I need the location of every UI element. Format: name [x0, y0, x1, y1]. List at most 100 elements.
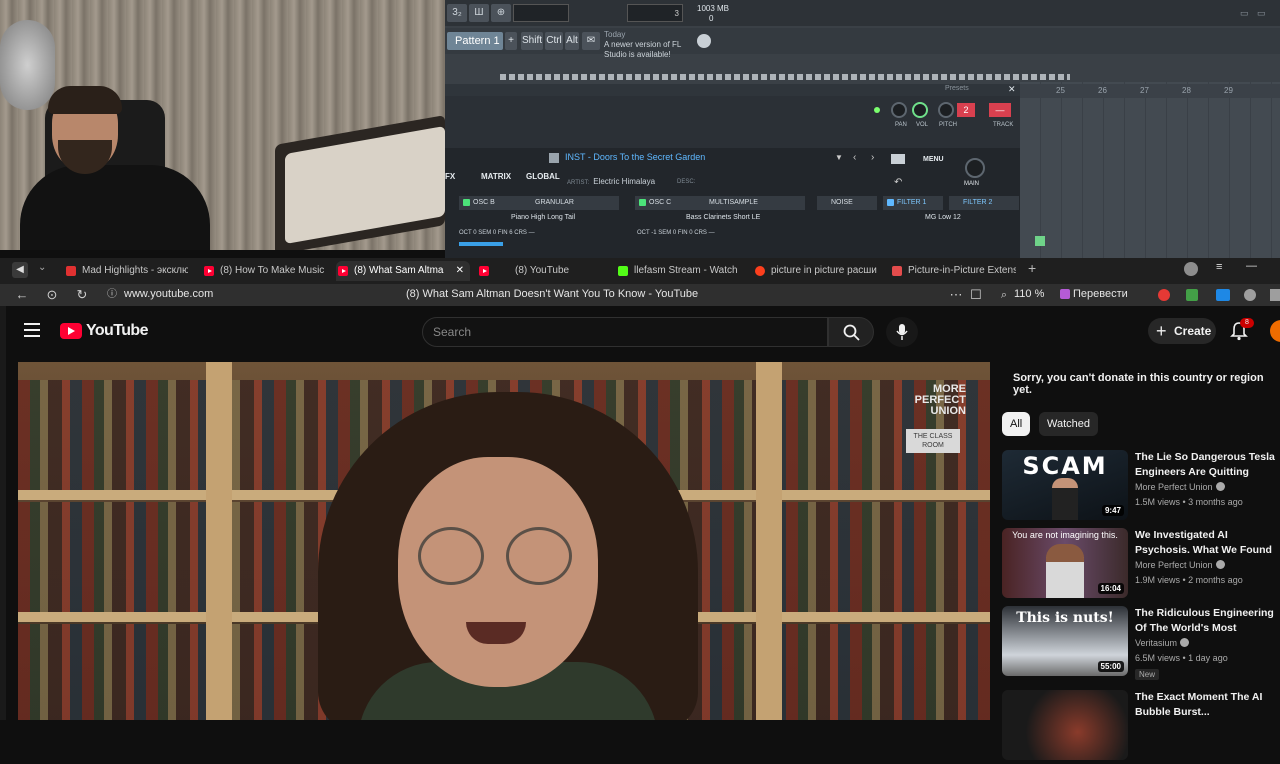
filter-type[interactable]: MG Low 12 [925, 214, 961, 221]
channel-name[interactable]: More Perfect Union [1135, 482, 1225, 492]
browser-tab[interactable]: picture in picture расшире [753, 261, 877, 281]
filter-2-header[interactable]: FILTER 2 [949, 196, 1019, 210]
pattern-selector[interactable]: Pattern 1 [447, 32, 503, 50]
more-icon[interactable]: ⋯ [948, 287, 964, 303]
minimize-icon[interactable]: ▭ [1240, 8, 1249, 19]
osc-c-sample[interactable]: Bass Clarinets Short LE [686, 214, 760, 221]
fx-tab[interactable]: FX [445, 172, 455, 181]
browser-menu-icon[interactable]: ≡ [1216, 261, 1222, 273]
playlist-grid[interactable] [1020, 82, 1280, 258]
video-title[interactable]: The Lie So Dangerous Tesla Engineers Are… [1135, 450, 1280, 480]
chevron-down-icon[interactable]: ▼ [835, 153, 843, 162]
osc-b-header[interactable]: OSC B GRANULAR [459, 196, 619, 210]
extension-icon[interactable] [1216, 289, 1230, 301]
video-thumbnail[interactable]: You are not imagining this. 16:04 [1002, 528, 1128, 598]
osc-b-level[interactable] [459, 242, 503, 246]
vol-knob[interactable] [912, 102, 928, 118]
track-number[interactable]: 2 [957, 103, 975, 117]
osc-c-header[interactable]: OSC C MULTISAMPLE [635, 196, 805, 210]
avatar[interactable] [1270, 320, 1280, 342]
url-field[interactable]: www.youtube.com [124, 288, 213, 300]
matrix-tab[interactable]: MATRIX [481, 172, 511, 181]
fl-toolbar-button[interactable]: Ш [469, 4, 489, 22]
channel-name[interactable]: More Perfect Union [1135, 560, 1225, 570]
global-tab[interactable]: GLOBAL [526, 172, 560, 181]
pitch-knob[interactable] [938, 102, 954, 118]
osc-c-params[interactable]: OCT -1 SEM 0 FIN 0 CRS — [637, 230, 715, 236]
browser-tab[interactable]: (8) YouTube [477, 261, 602, 281]
speaker-icon[interactable]: ◀ [12, 262, 28, 278]
youtube-logo-icon[interactable] [60, 323, 82, 339]
browser-tab[interactable]: (8) How To Make Music Th [202, 261, 326, 281]
menu-button[interactable]: MENU [923, 156, 944, 163]
presets-label[interactable]: Presets [945, 85, 969, 92]
fl-toolbar-button[interactable]: ⊕ [491, 4, 511, 22]
channel-name[interactable]: Veritasium [1135, 638, 1190, 648]
save-icon[interactable] [549, 153, 559, 163]
feedback-icon[interactable]: ✉ [582, 32, 600, 50]
restore-icon[interactable]: ▭ [1257, 8, 1266, 19]
shield-icon[interactable]: ⊙ [44, 287, 60, 303]
extension-icon[interactable] [1270, 289, 1280, 301]
extension-icon[interactable] [1244, 289, 1256, 301]
on-led[interactable] [874, 107, 880, 113]
video-title[interactable]: The Exact Moment The AI Bubble Burst... [1135, 690, 1280, 720]
ctrl-key[interactable]: Ctrl [545, 32, 563, 50]
new-tab-button[interactable]: + [1028, 260, 1036, 276]
browser-tab[interactable]: Picture-in-Picture Extensio [890, 261, 1016, 281]
youtube-logo-text[interactable]: YouTube [86, 322, 148, 340]
main-volume-knob[interactable] [965, 158, 985, 178]
undo-icon[interactable]: ↶ [894, 177, 902, 188]
playlist-clip[interactable] [1035, 236, 1045, 246]
reload-icon[interactable]: ↻ [74, 287, 90, 303]
browser-tab-active[interactable]: (8) What Sam Altma ✕ [336, 261, 470, 281]
zoom-level[interactable]: 110 % [1014, 288, 1044, 300]
osc-b-sample[interactable]: Piano High Long Tail [511, 214, 575, 221]
chip-all[interactable]: All [1002, 412, 1031, 436]
minimize-icon[interactable]: — [1246, 260, 1257, 272]
lock-icon[interactable]: ⓘ [104, 287, 120, 303]
browser-tab[interactable]: llefasm Stream - Watch Li [616, 261, 740, 281]
search-button[interactable] [828, 317, 874, 347]
keyboard-icon[interactable] [891, 154, 905, 164]
search-input[interactable]: Search [422, 317, 828, 347]
browser-tab[interactable]: Mad Highlights - эксклюзи [64, 261, 188, 281]
extension-icon[interactable] [1186, 289, 1198, 301]
video-title[interactable]: We Investigated AI Psychosis. What We Fo… [1135, 528, 1280, 558]
video-player[interactable]: MORE PERFECT UNION THE CLASS ROOM [18, 362, 990, 720]
video-thumbnail[interactable]: SCAM 9:47 [1002, 450, 1128, 520]
noise-header[interactable]: NOISE [817, 196, 877, 210]
translate-button[interactable]: Перевести [1073, 288, 1128, 300]
profile-icon[interactable] [1184, 262, 1198, 276]
recommended-video[interactable]: The Exact Moment The AI Bubble Burst... [1002, 690, 1280, 764]
recommended-video[interactable]: You are not imagining this. 16:04 We Inv… [1002, 528, 1280, 602]
update-notice[interactable]: Today A newer version of FL Studio is av… [604, 30, 696, 60]
close-tab-icon[interactable]: ✕ [456, 261, 464, 281]
hamburger-menu-icon[interactable] [24, 323, 40, 337]
create-button[interactable]: Create [1148, 318, 1216, 344]
zoom-icon[interactable]: ⌕ [996, 287, 1012, 303]
bookmark-icon[interactable]: ☐ [968, 287, 984, 303]
filter-1-header[interactable]: FILTER 1 [883, 196, 943, 210]
video-thumbnail[interactable] [1002, 690, 1128, 760]
translate-icon[interactable] [1060, 289, 1070, 299]
video-title[interactable]: The Ridiculous Engineering Of The World'… [1135, 606, 1280, 636]
chip-watched[interactable]: Watched [1039, 412, 1099, 436]
globe-icon[interactable] [697, 34, 711, 48]
next-preset-icon[interactable]: › [871, 152, 874, 163]
instrument-name[interactable]: INST - Doors To the Secret Garden [565, 152, 705, 162]
back-icon[interactable]: ← [14, 287, 30, 303]
fl-toolbar-button[interactable]: 3₂ [447, 4, 467, 22]
osc-b-params[interactable]: OCT 0 SEM 0 FIN 6 CRS — [459, 230, 535, 236]
prev-preset-icon[interactable]: ‹ [853, 152, 856, 163]
tab-list-chevron-icon[interactable]: ⌄ [38, 262, 46, 273]
alt-key[interactable]: Alt [565, 32, 579, 50]
add-pattern-button[interactable]: + [505, 32, 517, 50]
recommended-video[interactable]: This is nuts! 55:00 The Ridiculous Engin… [1002, 606, 1280, 680]
voice-search-button[interactable] [886, 317, 918, 347]
recommended-video[interactable]: SCAM 9:47 The Lie So Dangerous Tesla Eng… [1002, 450, 1280, 524]
video-thumbnail[interactable]: This is nuts! 55:00 [1002, 606, 1128, 676]
track-button[interactable]: — [989, 103, 1011, 117]
extension-icon[interactable] [1158, 289, 1170, 301]
close-icon[interactable]: ✕ [1008, 84, 1016, 95]
